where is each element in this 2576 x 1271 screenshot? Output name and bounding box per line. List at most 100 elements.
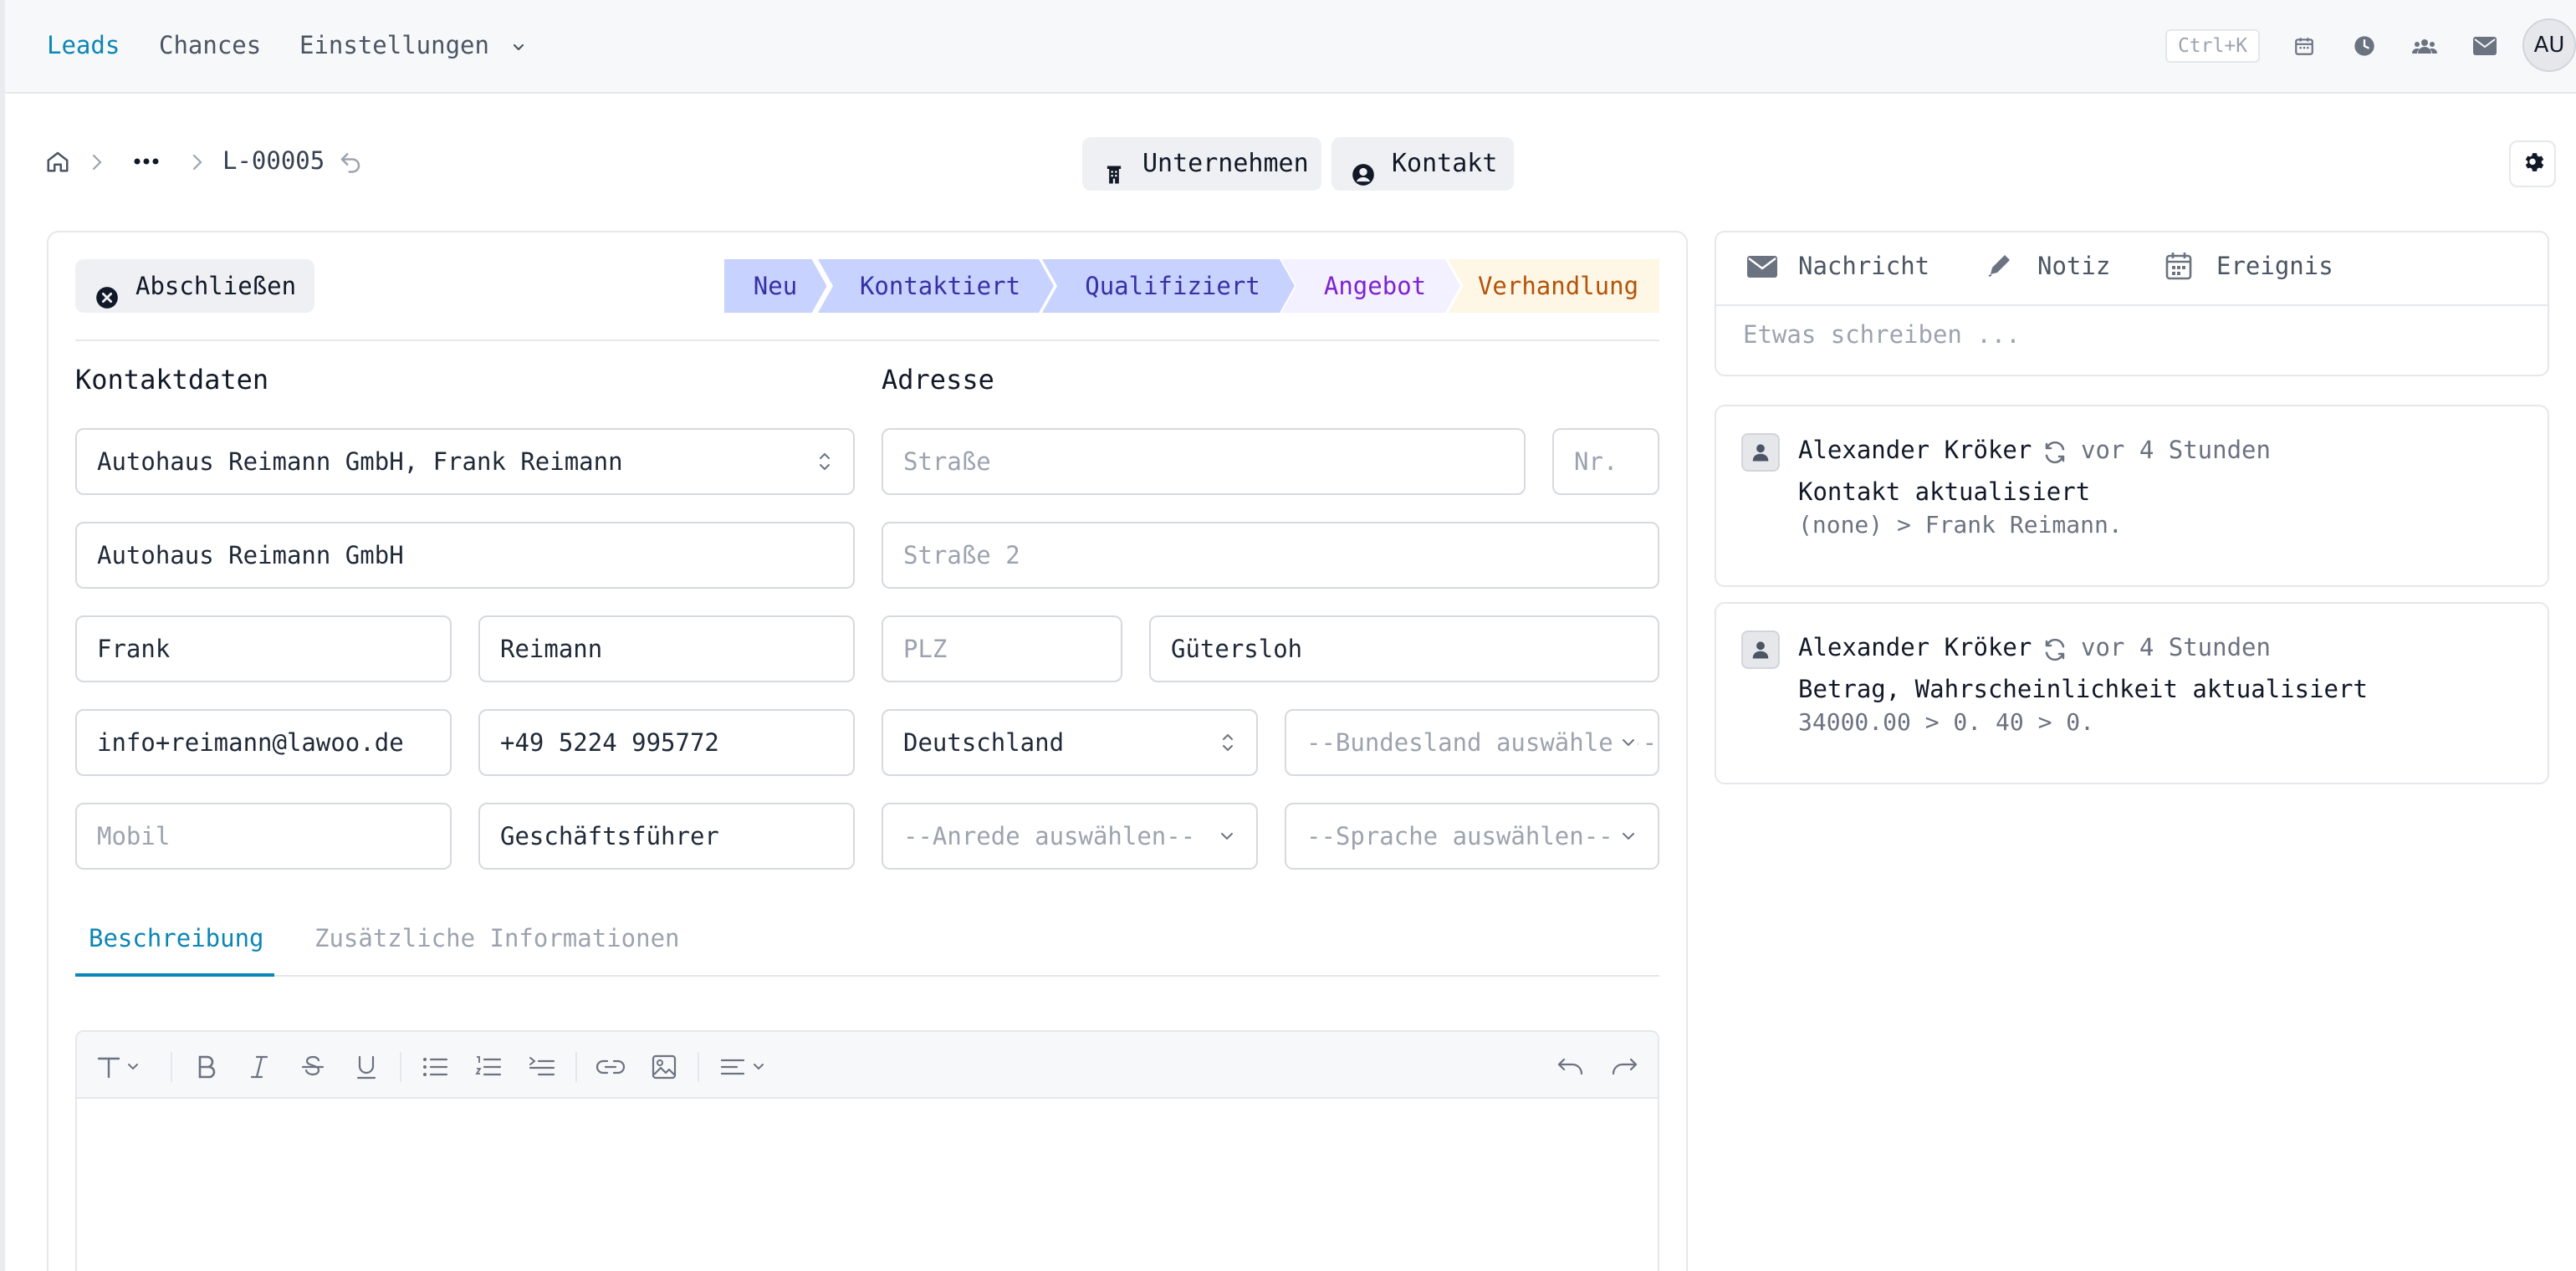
activity-detail: 34000.00 > 0. 40 > 0.: [1798, 708, 2095, 736]
company-button-label: Unternehmen: [1142, 149, 1309, 178]
status-stage-label: Angebot: [1323, 272, 1427, 300]
numbered-list-icon[interactable]: [472, 1050, 505, 1084]
last-name-field[interactable]: Reimann: [478, 615, 855, 682]
indent-icon[interactable]: [525, 1050, 559, 1084]
contact-select[interactable]: Autohaus Reimann GmbH, Frank Reimann: [75, 428, 855, 495]
users-icon[interactable]: [2410, 32, 2439, 60]
underline-icon[interactable]: [350, 1050, 383, 1084]
command-palette-shortcut[interactable]: Ctrl+K: [2165, 29, 2260, 63]
status-stage[interactable]: Angebot: [1281, 259, 1460, 313]
close-lead-button[interactable]: Abschließen: [75, 259, 314, 313]
street2-field[interactable]: Straße 2: [882, 522, 1659, 589]
divider: [75, 339, 1659, 341]
composer-tab-event[interactable]: Ereignis: [2165, 249, 2333, 283]
calendar-icon: [2165, 251, 2193, 289]
x-circle-icon: [95, 274, 119, 328]
status-stage[interactable]: Verhandlung: [1449, 259, 1659, 313]
toolbar-separator: [400, 1052, 401, 1082]
company-field[interactable]: Autohaus Reimann GmbH: [75, 522, 855, 589]
nav-chances[interactable]: Chances: [159, 28, 261, 62]
section-title-contact: Kontaktdaten: [75, 364, 269, 396]
image-icon[interactable]: [647, 1050, 681, 1084]
mail-icon[interactable]: [2471, 32, 2499, 60]
language-select[interactable]: --Sprache auswählen--: [1285, 803, 1659, 870]
composer-tab-note-label: Notiz: [2037, 252, 2111, 280]
toolbar-separator: [171, 1052, 172, 1082]
city-field[interactable]: Gütersloh: [1149, 615, 1659, 682]
divider: [1716, 304, 2548, 306]
street-field[interactable]: Straße: [882, 428, 1526, 495]
link-icon[interactable]: [594, 1050, 627, 1084]
user-avatar[interactable]: AU: [2522, 18, 2576, 72]
bold-icon[interactable]: [189, 1050, 222, 1084]
breadcrumb-current: L-00005: [222, 146, 325, 175]
chevron-up-down-icon: [811, 430, 833, 493]
activity-title: Betrag, Wahrscheinlichkeit aktualisiert: [1798, 675, 2368, 703]
status-stage-label: Qualifiziert: [1085, 272, 1260, 300]
close-lead-label: Abschließen: [135, 272, 297, 300]
mobile-field[interactable]: Mobil: [75, 803, 452, 870]
composer-input[interactable]: Etwas schreiben ...: [1743, 318, 2021, 351]
toolbar-separator: [575, 1052, 577, 1082]
building-icon: [1102, 152, 1126, 206]
email-field[interactable]: info+reimann@lawoo.de: [75, 709, 452, 776]
composer-tab-message[interactable]: Nachricht: [1746, 249, 1929, 283]
nav-leads[interactable]: Leads: [47, 28, 120, 62]
activity-item: Alexander Kröker vor 4 Stunden Kontakt a…: [1715, 405, 2549, 587]
tab-additional-info[interactable]: Zusätzliche Informationen: [314, 920, 680, 957]
composer-tab-note[interactable]: Notiz: [1986, 249, 2110, 283]
section-title-address: Adresse: [882, 364, 994, 396]
state-select-placeholder: --Bundesland auswählen--: [1306, 728, 1658, 757]
phone-field[interactable]: +49 5224 995772: [478, 709, 855, 776]
bullet-list-icon[interactable]: [418, 1050, 452, 1084]
activity-user: Alexander Kröker: [1798, 436, 2032, 464]
status-stage[interactable]: Qualifiziert: [1042, 259, 1295, 313]
salutation-select[interactable]: --Anrede auswählen--: [882, 803, 1258, 870]
country-select-value: Deutschland: [903, 728, 1065, 757]
activity-user: Alexander Kröker: [1798, 633, 2032, 661]
position-field[interactable]: Geschäftsführer: [478, 803, 855, 870]
state-select[interactable]: --Bundesland auswählen--: [1285, 709, 1659, 776]
settings-button[interactable]: [2509, 140, 2556, 187]
first-name-field[interactable]: Frank: [75, 615, 452, 682]
chevron-down-icon: [1614, 711, 1638, 774]
nav-settings[interactable]: Einstellungen: [299, 28, 527, 62]
mail-icon: [1746, 251, 1778, 288]
home-icon[interactable]: [45, 149, 70, 177]
chevron-down-icon: [510, 30, 527, 64]
calendar-icon[interactable]: [2290, 32, 2318, 60]
country-select[interactable]: Deutschland: [882, 709, 1258, 776]
status-stage[interactable]: Kontaktiert: [818, 259, 1054, 313]
activity-title: Kontakt aktualisiert: [1798, 477, 2091, 506]
status-stage-label: Neu: [753, 272, 798, 300]
chevron-right-icon: [89, 151, 105, 177]
refresh-icon: [2042, 440, 2067, 468]
status-stage[interactable]: Neu: [724, 259, 826, 313]
redo-icon[interactable]: [1607, 1050, 1641, 1084]
salutation-select-placeholder: --Anrede auswählen--: [903, 822, 1196, 850]
strikethrough-icon[interactable]: [296, 1050, 330, 1084]
chevron-down-icon: [1213, 804, 1236, 868]
undo-icon[interactable]: [1554, 1050, 1587, 1084]
refresh-icon: [2042, 637, 2067, 666]
contact-select-value: Autohaus Reimann GmbH, Frank Reimann: [97, 447, 623, 476]
tab-description[interactable]: Beschreibung: [89, 920, 264, 957]
house-number-field[interactable]: Nr.: [1552, 428, 1659, 495]
active-tab-indicator: [75, 973, 274, 977]
italic-icon[interactable]: [243, 1050, 276, 1084]
status-stage-label: Verhandlung: [1477, 272, 1639, 300]
user-icon: [1741, 433, 1780, 472]
more-horizontal-icon[interactable]: [132, 147, 161, 179]
contact-button-label: Kontakt: [1392, 149, 1498, 178]
chevron-up-down-icon: [1214, 711, 1236, 774]
align-icon[interactable]: [718, 1050, 776, 1084]
contact-button[interactable]: Kontakt: [1331, 137, 1514, 191]
composer-tab-message-label: Nachricht: [1798, 252, 1930, 280]
undo-icon[interactable]: [338, 149, 363, 177]
tab-divider: [75, 975, 1659, 977]
zip-field[interactable]: PLZ: [882, 615, 1122, 682]
text-style-icon[interactable]: [94, 1050, 152, 1084]
clock-icon[interactable]: [2350, 32, 2379, 60]
company-button[interactable]: Unternehmen: [1082, 137, 1321, 191]
status-stage-label: Kontaktiert: [859, 272, 1021, 300]
